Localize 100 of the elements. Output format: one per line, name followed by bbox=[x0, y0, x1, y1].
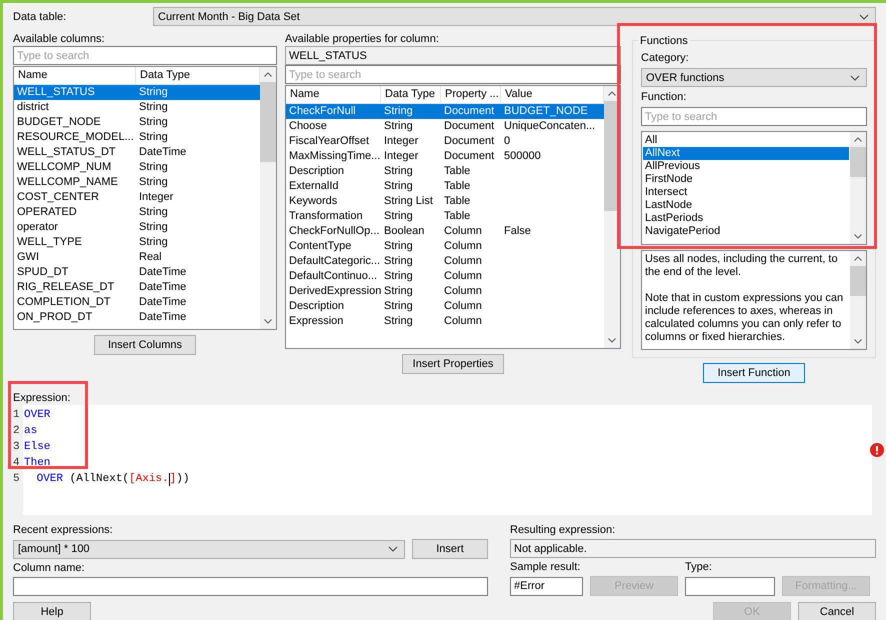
table-row[interactable]: MaxMissingTime... Integer Document 500000 bbox=[286, 149, 604, 164]
table-cell-text: String bbox=[383, 314, 414, 329]
table-cell-text: ON_PROD_DT bbox=[16, 310, 94, 325]
scroll-down-icon[interactable] bbox=[264, 319, 272, 324]
table-row[interactable]: WELL_STATUS_DT DateTime bbox=[14, 145, 260, 160]
table-cell-text: DefaultCategoric... bbox=[288, 254, 381, 269]
table-cell-text: MaxMissingTime... bbox=[288, 149, 381, 164]
table-row[interactable]: OPERATED String bbox=[14, 205, 260, 220]
table-row[interactable]: WELLCOMP_NAME String bbox=[14, 175, 260, 190]
table-row[interactable]: district String bbox=[14, 100, 260, 115]
scrollbar[interactable] bbox=[260, 67, 276, 329]
table-row[interactable]: ContentType String Column bbox=[286, 239, 604, 254]
scroll-down-icon[interactable] bbox=[854, 234, 862, 239]
code-line: OVER (AllNext([Axis.])) bbox=[36, 472, 190, 486]
table-row[interactable]: CheckForNullOp... Boolean Column False bbox=[286, 224, 604, 239]
table-row[interactable]: GWI Real bbox=[14, 250, 260, 265]
table-row[interactable]: Description String Column bbox=[286, 299, 604, 314]
table-cell-text: DateTime bbox=[138, 265, 188, 280]
function-item[interactable]: Intersect bbox=[643, 186, 849, 199]
function-item[interactable]: AllNext bbox=[643, 147, 849, 160]
table-row[interactable]: Keywords String List Table bbox=[286, 194, 604, 209]
table-row[interactable]: Description String Table bbox=[286, 164, 604, 179]
table-row[interactable]: WELL_TYPE String bbox=[14, 235, 260, 250]
table-cell-text: Description bbox=[288, 299, 346, 314]
function-item[interactable]: LastPeriods bbox=[643, 212, 849, 225]
table-row[interactable]: Expression String Column bbox=[286, 314, 604, 329]
insert-function-button[interactable]: Insert Function bbox=[703, 363, 805, 383]
table-row[interactable]: COMPLETION_DT DateTime bbox=[14, 295, 260, 310]
table-cell-text: String bbox=[383, 284, 414, 299]
dialog-button[interactable]: Help bbox=[13, 602, 91, 620]
data-table-label: Data table: bbox=[13, 10, 68, 24]
table-row[interactable]: DerivedExpression String Column bbox=[286, 284, 604, 299]
table-cell-text: Real bbox=[138, 250, 163, 265]
table-cell-text: String bbox=[138, 160, 169, 175]
column-header[interactable]: Name bbox=[286, 86, 381, 103]
search-field[interactable]: Type to search bbox=[285, 65, 621, 84]
table-row[interactable]: WELL_STATUS String bbox=[14, 85, 260, 100]
insert-button[interactable]: Insert bbox=[412, 539, 488, 559]
function-item[interactable]: AllPrevious bbox=[643, 160, 849, 173]
recent-expressions-dropdown[interactable]: [amount] * 100 bbox=[13, 540, 405, 558]
table-cell-text: 0 bbox=[503, 134, 512, 149]
table-row[interactable]: operator String bbox=[14, 220, 260, 235]
table-row[interactable]: CheckForNull String Document BUDGET_NODE bbox=[286, 104, 604, 119]
scroll-up-icon[interactable] bbox=[854, 256, 862, 261]
search-field[interactable]: Type to search bbox=[13, 46, 277, 65]
table-cell-text: String bbox=[383, 179, 414, 194]
table-row[interactable]: ON_PROD_DT DateTime bbox=[14, 310, 260, 325]
table-row[interactable]: Transformation String Table bbox=[286, 209, 604, 224]
chevron-down-icon bbox=[850, 74, 860, 80]
table-cell-text: BUDGET_NODE bbox=[16, 115, 102, 130]
table-cell-text: Transformation bbox=[288, 209, 364, 224]
table-cell-text: Table bbox=[443, 164, 472, 179]
table-cell-text: RESOURCE_MODEL... bbox=[16, 130, 135, 145]
table-row[interactable]: DefaultContinuo... String Column bbox=[286, 269, 604, 284]
scroll-up-icon[interactable] bbox=[608, 91, 616, 96]
function-item[interactable]: FirstNode bbox=[643, 173, 849, 186]
table-cell-text: DateTime bbox=[138, 295, 188, 310]
table-cell-text: Integer bbox=[138, 190, 174, 205]
table-cell-text: COST_CENTER bbox=[16, 190, 100, 205]
data-table-dropdown[interactable]: Current Month - Big Data Set bbox=[153, 7, 876, 26]
table-cell-text: String bbox=[383, 269, 414, 284]
table-row[interactable]: DefaultCategoric... String Column bbox=[286, 254, 604, 269]
column-header[interactable]: Data Type bbox=[381, 86, 441, 103]
table-cell-text: String bbox=[138, 220, 169, 235]
scroll-down-icon[interactable] bbox=[608, 338, 616, 343]
table-cell-text: Document bbox=[443, 119, 496, 134]
table-cell-text: Description bbox=[288, 164, 346, 179]
scroll-up-icon[interactable] bbox=[264, 72, 272, 77]
table-row[interactable]: FiscalYearOffset Integer Document 0 bbox=[286, 134, 604, 149]
table-row[interactable]: RESOURCE_MODEL... String bbox=[14, 130, 260, 145]
function-item[interactable]: LastNode bbox=[643, 199, 849, 212]
table-cell-text: ExternalId bbox=[288, 179, 340, 194]
column-header[interactable]: Name bbox=[14, 67, 136, 84]
search-field[interactable]: Type to search bbox=[641, 107, 867, 126]
column-name-field[interactable] bbox=[13, 577, 488, 596]
scroll-down-icon[interactable] bbox=[854, 339, 862, 344]
table-row[interactable]: ExternalId String Table bbox=[286, 179, 604, 194]
table-row[interactable]: Choose String Document UniqueConcaten... bbox=[286, 119, 604, 134]
available-columns-label: Available columns: bbox=[13, 32, 106, 46]
table-cell-text: Integer bbox=[383, 149, 420, 164]
dialog-button[interactable]: Cancel bbox=[798, 602, 876, 620]
function-item[interactable]: NavigatePeriod bbox=[643, 225, 849, 238]
table-cell-text: Expression bbox=[288, 314, 344, 329]
scrollbar[interactable] bbox=[850, 251, 866, 349]
scrollbar[interactable] bbox=[850, 132, 866, 244]
function-item[interactable]: All bbox=[643, 134, 849, 147]
table-row[interactable]: BUDGET_NODE String bbox=[14, 115, 260, 130]
expression-label: Expression: bbox=[13, 391, 72, 405]
table-row[interactable]: SPUD_DT DateTime bbox=[14, 265, 260, 280]
insert-properties-button[interactable]: Insert Properties bbox=[402, 354, 504, 374]
table-cell-text: Document bbox=[443, 149, 496, 164]
function-label: Function: bbox=[641, 90, 688, 104]
column-header[interactable]: Property ... bbox=[441, 86, 501, 103]
table-row[interactable]: WELLCOMP_NUM String bbox=[14, 160, 260, 175]
scroll-up-icon[interactable] bbox=[854, 137, 862, 142]
insert-columns-button[interactable]: Insert Columns bbox=[94, 335, 196, 355]
table-row[interactable]: RIG_RELEASE_DT DateTime bbox=[14, 280, 260, 295]
category-dropdown[interactable]: OVER functions bbox=[641, 68, 867, 87]
table-cell-text: String bbox=[138, 235, 169, 250]
table-row[interactable]: COST_CENTER Integer bbox=[14, 190, 260, 205]
